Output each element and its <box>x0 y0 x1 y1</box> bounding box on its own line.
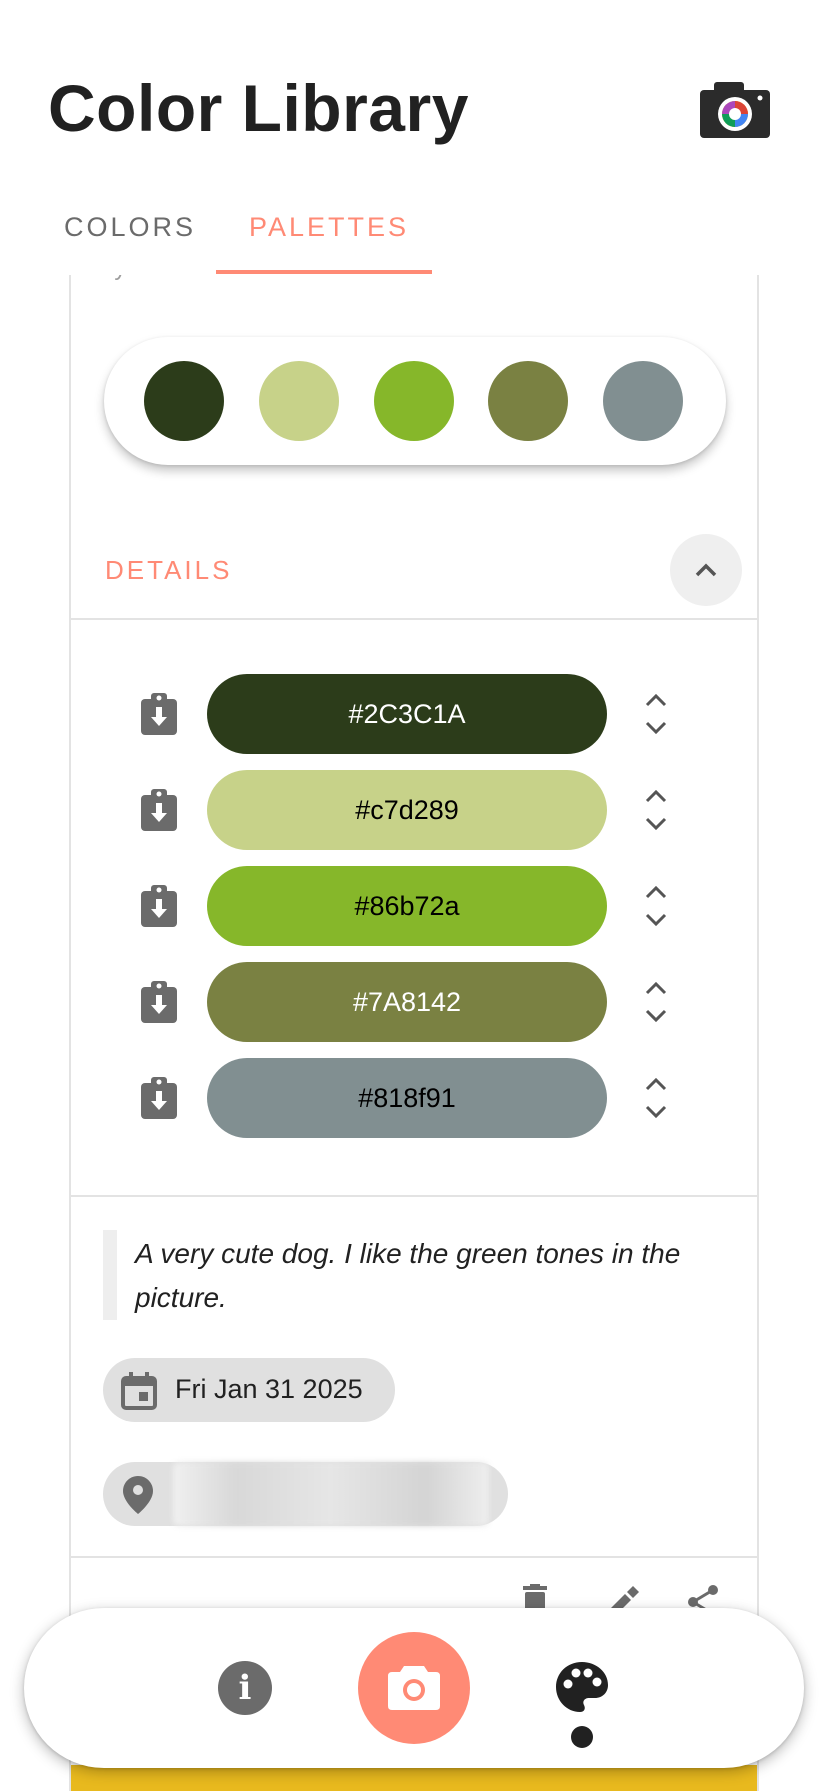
color-row: #2C3C1A <box>71 674 757 754</box>
swatch[interactable] <box>603 361 683 441</box>
hex-value-pill[interactable]: #86b72a <box>207 866 607 946</box>
active-indicator-dot <box>571 1726 593 1748</box>
tab-colors[interactable]: COLORS <box>64 212 196 243</box>
palette-icon[interactable] <box>554 1660 610 1716</box>
swatch[interactable] <box>144 361 224 441</box>
swatch[interactable] <box>259 361 339 441</box>
palette-card: by me DETAILS #2C3C1A <box>69 240 759 1791</box>
clipboard-copy-icon[interactable] <box>139 981 179 1023</box>
reorder-icon[interactable] <box>642 1076 670 1120</box>
divider <box>71 1556 757 1558</box>
hex-value-pill[interactable]: #818f91 <box>207 1058 607 1138</box>
details-label: DETAILS <box>105 555 233 585</box>
reorder-icon[interactable] <box>642 788 670 832</box>
tab-bar: COLORS PALETTES <box>0 190 827 275</box>
camera-button[interactable] <box>358 1632 470 1744</box>
reorder-icon[interactable] <box>642 884 670 928</box>
app-header: Color Library <box>0 0 827 190</box>
date-text: Fri Jan 31 2025 <box>175 1374 363 1404</box>
reorder-icon[interactable] <box>642 692 670 736</box>
location-chip[interactable] <box>103 1462 508 1526</box>
details-header[interactable]: DETAILS <box>71 530 757 610</box>
swatch-strip <box>104 337 726 465</box>
divider <box>71 1195 757 1197</box>
date-chip[interactable]: Fri Jan 31 2025 <box>103 1358 395 1422</box>
camera-icon <box>388 1666 440 1710</box>
color-row: #818f91 <box>71 1058 757 1138</box>
clipboard-copy-icon[interactable] <box>139 693 179 735</box>
swatch[interactable] <box>488 361 568 441</box>
divider <box>71 618 757 620</box>
location-text-redacted <box>173 1462 489 1526</box>
calendar-icon <box>121 1372 157 1410</box>
swatch[interactable] <box>374 361 454 441</box>
description-text: A very cute dog. I like the green tones … <box>135 1238 681 1313</box>
next-card-image <box>71 1765 757 1791</box>
color-row: #c7d289 <box>71 770 757 850</box>
bottom-navigation: i <box>24 1608 804 1768</box>
clipboard-copy-icon[interactable] <box>139 885 179 927</box>
tab-palettes[interactable]: PALETTES <box>249 212 409 243</box>
color-row: #7A8142 <box>71 962 757 1042</box>
quote-bar <box>103 1230 117 1320</box>
info-icon[interactable]: i <box>218 1661 272 1715</box>
active-tab-indicator <box>216 270 432 274</box>
location-pin-icon <box>123 1476 153 1514</box>
clipboard-copy-icon[interactable] <box>139 789 179 831</box>
hex-value-pill[interactable]: #c7d289 <box>207 770 607 850</box>
collapse-button[interactable] <box>670 534 742 606</box>
chevron-up-icon <box>695 563 717 577</box>
color-row: #86b72a <box>71 866 757 946</box>
hex-value-pill[interactable]: #7A8142 <box>207 962 607 1042</box>
page-title: Color Library <box>48 71 469 145</box>
reorder-icon[interactable] <box>642 980 670 1024</box>
hex-value-pill[interactable]: #2C3C1A <box>207 674 607 754</box>
clipboard-copy-icon[interactable] <box>139 1077 179 1119</box>
camera-color-icon[interactable] <box>700 82 770 138</box>
